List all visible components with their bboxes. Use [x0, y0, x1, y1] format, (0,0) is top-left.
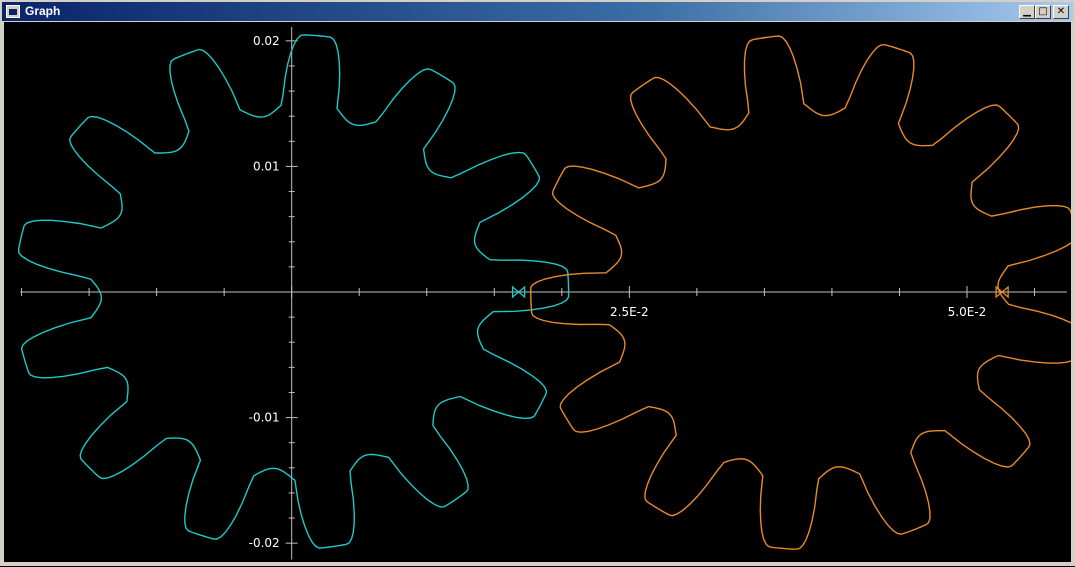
close-button[interactable]: ✕	[1053, 5, 1069, 19]
x-tick-label: 5.0E-2	[948, 305, 987, 319]
graph-window: Graph ▁ □ ✕ 2.5E-2 5.0E-2 0.02 0.01 -0.01 -0.…	[0, 0, 1075, 566]
gear-right-outline	[530, 35, 1075, 550]
close-icon: ✕	[1056, 6, 1066, 17]
plot-area[interactable]: 2.5E-2 5.0E-2 0.02 0.01 -0.01 -0.02	[4, 22, 1075, 562]
maximize-button[interactable]: □	[1035, 5, 1051, 19]
y-tick-label: 0.02	[253, 34, 280, 48]
x-tick-label: 2.5E-2	[610, 305, 649, 319]
gear-left-outline	[17, 34, 570, 549]
minimize-icon: ▁	[1023, 6, 1031, 17]
minimize-button[interactable]: ▁	[1019, 5, 1035, 19]
axes: 2.5E-2 5.0E-2 0.02 0.01 -0.01 -0.02	[20, 27, 1067, 560]
gear-chart: 2.5E-2 5.0E-2 0.02 0.01 -0.01 -0.02	[17, 27, 1075, 560]
y-tick-label: -0.01	[249, 411, 280, 425]
window-title: Graph	[25, 4, 61, 18]
y-tick-label: 0.01	[253, 159, 280, 173]
maximize-icon: □	[1038, 6, 1048, 17]
y-tick-label: -0.02	[249, 536, 280, 550]
graph-window-icon[interactable]	[6, 5, 20, 18]
title-bar[interactable]: Graph ▁ □ ✕	[2, 2, 1073, 21]
